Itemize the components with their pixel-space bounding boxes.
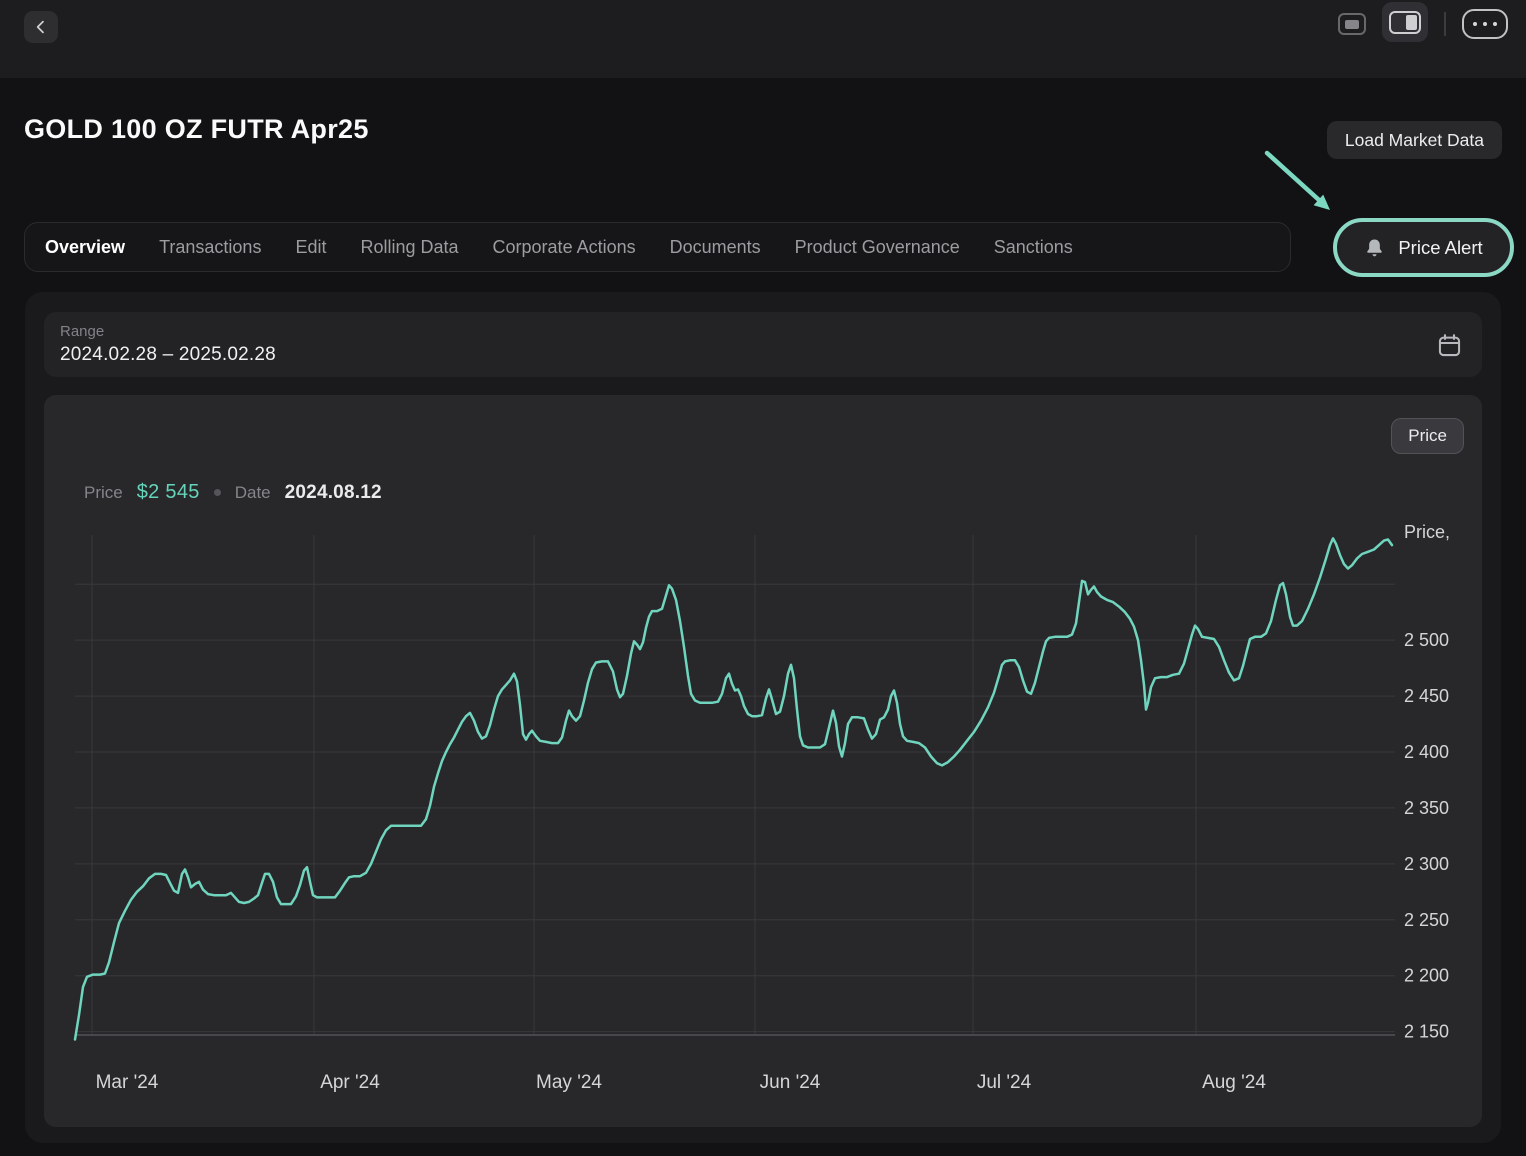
y-tick-label: 2 250 bbox=[1404, 910, 1449, 930]
bell-icon bbox=[1364, 237, 1385, 259]
price-alert-button[interactable]: Price Alert bbox=[1333, 218, 1514, 277]
y-tick-label: 2 150 bbox=[1404, 1022, 1449, 1042]
layout-single-pane-button[interactable] bbox=[1338, 13, 1366, 35]
x-tick-label: Jul '24 bbox=[977, 1072, 1032, 1093]
chevron-left-icon bbox=[33, 19, 49, 35]
chart-gridlines bbox=[75, 535, 1395, 1035]
topbar bbox=[0, 0, 1526, 78]
x-tick-label: May '24 bbox=[536, 1072, 602, 1093]
tab-documents[interactable]: Documents bbox=[653, 237, 778, 258]
tab-sanctions[interactable]: Sanctions bbox=[977, 237, 1090, 258]
tab-corporate-actions[interactable]: Corporate Actions bbox=[476, 237, 653, 258]
calendar-button[interactable] bbox=[1434, 330, 1464, 360]
price-line bbox=[75, 538, 1392, 1039]
price-alert-label: Price Alert bbox=[1398, 237, 1482, 259]
ellipsis-icon bbox=[1473, 22, 1477, 26]
y-tick-label: 2 450 bbox=[1404, 686, 1449, 706]
y-tick-label: 2 200 bbox=[1404, 966, 1449, 986]
tab-transactions[interactable]: Transactions bbox=[142, 237, 278, 258]
y-axis-labels: Price, 2 500 2 450 2 400 2 350 2 300 2 250 2 20… bbox=[1404, 522, 1450, 1042]
range-value: 2024.02.28 – 2025.02.28 bbox=[60, 344, 276, 366]
tab-edit[interactable]: Edit bbox=[278, 237, 343, 258]
x-tick-label: Aug '24 bbox=[1202, 1072, 1266, 1093]
calendar-icon bbox=[1436, 332, 1463, 359]
page-title: GOLD 100 OZ FUTR Apr25 bbox=[24, 114, 369, 145]
x-tick-label: Jun '24 bbox=[760, 1072, 821, 1093]
content-section: Range 2024.02.28 – 2025.02.28 Price Pric… bbox=[25, 292, 1501, 1143]
x-tick-label: Apr '24 bbox=[320, 1072, 380, 1093]
tab-rolling-data[interactable]: Rolling Data bbox=[343, 237, 475, 258]
x-axis-labels: Mar '24 Apr '24 May '24 Jun '24 Jul '24 Aug '… bbox=[96, 1072, 1267, 1093]
layout-split-pane-button[interactable] bbox=[1382, 2, 1428, 42]
back-button[interactable] bbox=[24, 11, 58, 43]
price-chart[interactable]: Price, 2 500 2 450 2 400 2 350 2 300 2 250 2 20… bbox=[44, 395, 1482, 1127]
y-tick-label: 2 500 bbox=[1404, 630, 1449, 650]
tab-bar: Overview Transactions Edit Rolling Data … bbox=[24, 222, 1291, 272]
y-axis-title: Price, bbox=[1404, 522, 1450, 542]
y-tick-label: 2 300 bbox=[1404, 854, 1449, 874]
x-tick-label: Mar '24 bbox=[96, 1072, 159, 1093]
tab-overview[interactable]: Overview bbox=[45, 237, 142, 258]
chart-card: Price Price $2 545 Date 2024.08.12 Price… bbox=[44, 395, 1482, 1127]
more-options-button[interactable] bbox=[1462, 9, 1508, 39]
y-tick-label: 2 350 bbox=[1404, 798, 1449, 818]
layout-single-pane-icon bbox=[1345, 20, 1359, 29]
tab-product-governance[interactable]: Product Governance bbox=[778, 237, 977, 258]
date-range-picker[interactable]: Range 2024.02.28 – 2025.02.28 bbox=[44, 312, 1482, 377]
topbar-divider bbox=[1444, 12, 1446, 36]
layout-split-pane-icon bbox=[1389, 11, 1421, 34]
load-market-data-button[interactable]: Load Market Data bbox=[1327, 121, 1502, 159]
y-tick-label: 2 400 bbox=[1404, 742, 1449, 762]
range-label: Range bbox=[60, 323, 104, 340]
